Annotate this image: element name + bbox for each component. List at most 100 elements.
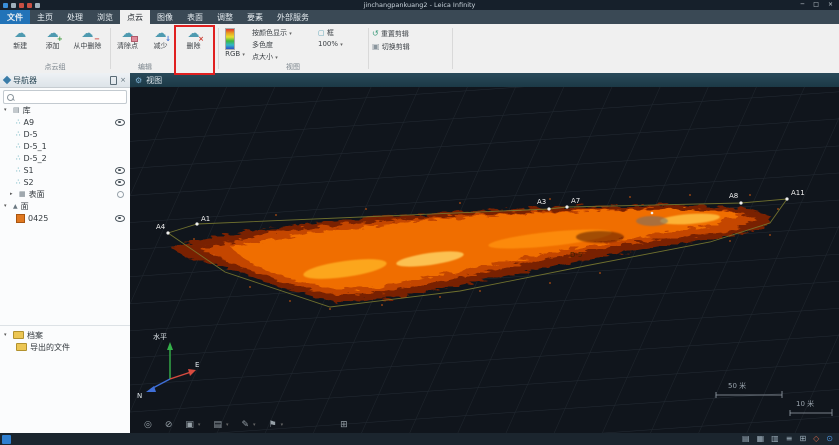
svg-text:A1: A1 — [201, 215, 210, 223]
window-controls: ─ □ × — [801, 0, 839, 10]
application-window: jinchangpankuang2 - Leica Infinity ─ □ ×… — [0, 0, 839, 445]
projection-icon[interactable]: ▣ — [185, 419, 194, 431]
view-settings-icon[interactable]: ◎ — [144, 419, 152, 431]
tree-item-s1[interactable]: ∴ S1 — [0, 164, 130, 176]
navigator-search-input[interactable] — [3, 90, 127, 104]
status-icons: ▤ ▦ ▥ ≡ ⊞ ◇ ⊙ — [742, 433, 839, 445]
clean-points-button[interactable]: ☁ 清除点 — [112, 26, 143, 50]
tab-processing[interactable]: 处理 — [60, 10, 90, 24]
ribbon-group-view: RGB ▾ 按颜色显示 ▾ 多色度 点大小 ▾ 100% ▾ ▢ 框 视图 — [222, 24, 364, 73]
viewport-3d[interactable]: D-5 A4 A1 A3 A7 A8 A11 — [130, 87, 839, 433]
ribbon-separator — [368, 28, 369, 69]
render-mode-icon[interactable]: ▤ — [213, 419, 222, 431]
panel-divider — [0, 325, 130, 326]
pin-icon[interactable] — [110, 76, 117, 85]
maximize-button[interactable]: □ — [813, 0, 819, 10]
archive-tree: ▾ 档案 导出的文件 — [0, 329, 130, 353]
app-status-icon[interactable] — [2, 435, 11, 444]
pointcloud-icon: ∴ — [16, 118, 20, 126]
axis-east-label: E — [195, 361, 199, 369]
link-views-icon[interactable]: ⊘ — [165, 419, 173, 431]
svg-text:A7: A7 — [571, 197, 580, 205]
tab-features[interactable]: 要素 — [240, 10, 270, 24]
panel-close-icon[interactable]: × — [120, 76, 126, 85]
surface-icon: ▦ — [19, 190, 26, 198]
undo-icon[interactable] — [19, 3, 24, 8]
face-item-icon — [16, 214, 25, 223]
help-icon[interactable] — [35, 3, 40, 8]
point-size-dropdown[interactable]: 点大小 ▾ — [252, 52, 278, 62]
status-icon-3[interactable]: ▥ — [771, 433, 779, 445]
tree-item-d5[interactable]: ∴ D-5 — [0, 128, 130, 140]
frame-button[interactable]: ▢ 框 — [318, 28, 334, 38]
visibility-eye-icon[interactable] — [115, 215, 125, 222]
quick-access-toolbar — [0, 3, 40, 8]
reduce-points-button[interactable]: ☁↓ 减少 — [145, 26, 176, 50]
tree-group-surface[interactable]: ▸ ▦ 表面 — [0, 188, 130, 200]
display-by-color-dropdown[interactable]: 按颜色显示 ▾ — [252, 28, 292, 38]
svg-text:A11: A11 — [791, 189, 805, 197]
status-icon-1[interactable]: ▤ — [742, 433, 750, 445]
cloud-label: D-5 — [570, 251, 582, 259]
new-pointcloud-button[interactable]: ☁ 新建 — [5, 26, 35, 50]
folder-icon — [16, 343, 27, 351]
title-bar: jinchangpankuang2 - Leica Infinity ─ □ × — [0, 0, 839, 10]
grid-toggle-icon[interactable]: ⊞ — [340, 419, 348, 431]
svg-text:A8: A8 — [729, 192, 738, 200]
delete-points-button[interactable]: ☁× 删除 — [178, 26, 209, 50]
ribbon-separator — [110, 28, 111, 69]
tree-item-exported-files[interactable]: 导出的文件 — [0, 341, 130, 353]
visibility-eye-icon[interactable] — [115, 119, 125, 126]
group-label-edit: 编辑 — [112, 62, 178, 72]
visibility-eye-icon[interactable] — [115, 167, 125, 174]
close-button[interactable]: × — [828, 0, 833, 10]
library-icon: ▤ — [13, 106, 20, 114]
group-label-pointcloud: 点云组 — [5, 62, 105, 72]
wrench-icon: ⚙ — [135, 76, 142, 85]
tab-adjustments[interactable]: 调整 — [210, 10, 240, 24]
visibility-eye-off-icon[interactable] — [117, 191, 124, 198]
zoom-level-dropdown[interactable]: 100% ▾ — [318, 40, 343, 48]
status-icon-6[interactable]: ◇ — [813, 433, 819, 445]
annotate-icon[interactable]: ✎ — [241, 419, 249, 431]
tab-home[interactable]: 主页 — [30, 10, 60, 24]
ribbon-group-pointcloud: ☁ 新建 ☁+ 添加 ☁− 从中删除 点云组 — [5, 24, 105, 73]
add-pointcloud-button[interactable]: ☁+ 添加 — [37, 26, 67, 50]
app-icon[interactable] — [3, 3, 8, 8]
toggle-clip-button[interactable]: ▣ 切换剪辑 — [372, 42, 410, 52]
tree-group-archive[interactable]: ▾ 档案 — [0, 329, 130, 341]
reset-clip-button[interactable]: ↺ 重置剪辑 — [372, 29, 409, 39]
tree-item-a9[interactable]: ∴ A9 — [0, 116, 130, 128]
remove-from-pointcloud-button[interactable]: ☁− 从中删除 — [70, 26, 105, 50]
archive-folder-icon — [13, 331, 24, 339]
status-bar: ▤ ▦ ▥ ≡ ⊞ ◇ ⊙ — [0, 433, 839, 445]
multi-chroma-option[interactable]: 多色度 — [252, 40, 273, 50]
tab-point-cloud[interactable]: 点云 — [120, 10, 150, 24]
tree-item-s2[interactable]: ∴ S2 — [0, 176, 130, 188]
redo-icon[interactable] — [27, 3, 32, 8]
flag-icon[interactable]: ⚑ — [269, 419, 277, 431]
tab-external-services[interactable]: 外部服务 — [270, 10, 316, 24]
tree-item-d5-1[interactable]: ∴ D-5_1 — [0, 140, 130, 152]
status-icon-5[interactable]: ⊞ — [799, 433, 806, 445]
tree-item-0425[interactable]: 0425 — [0, 212, 130, 224]
navigator-header: 导航器 × — [0, 73, 130, 88]
minimize-button[interactable]: ─ — [801, 0, 805, 10]
status-icon-2[interactable]: ▦ — [757, 433, 765, 445]
rgb-colorization-dropdown[interactable]: RGB ▾ — [222, 50, 248, 58]
visibility-eye-icon[interactable] — [115, 179, 125, 186]
tab-view[interactable]: 浏览 — [90, 10, 120, 24]
tree-group-library[interactable]: ▾ ▤ 库 — [0, 104, 130, 116]
tree-group-faces[interactable]: ▾ ▲ 面 — [0, 200, 130, 212]
save-icon[interactable] — [11, 3, 16, 8]
tab-file[interactable]: 文件 — [0, 10, 30, 24]
navigator-panel: 导航器 × ▾ ▤ 库 ∴ A9 ∴ D-5 — [0, 73, 131, 433]
axis-north-label: N — [137, 392, 142, 400]
status-icon-4[interactable]: ≡ — [786, 433, 793, 445]
tab-surfaces[interactable]: 表面 — [180, 10, 210, 24]
faces-icon: ▲ — [13, 203, 18, 210]
tree-item-d5-2[interactable]: ∴ D-5_2 — [0, 152, 130, 164]
tab-imaging[interactable]: 图像 — [150, 10, 180, 24]
status-icon-7[interactable]: ⊙ — [826, 433, 833, 445]
viewport-canvas[interactable]: D-5 A4 A1 A3 A7 A8 A11 — [130, 87, 839, 433]
